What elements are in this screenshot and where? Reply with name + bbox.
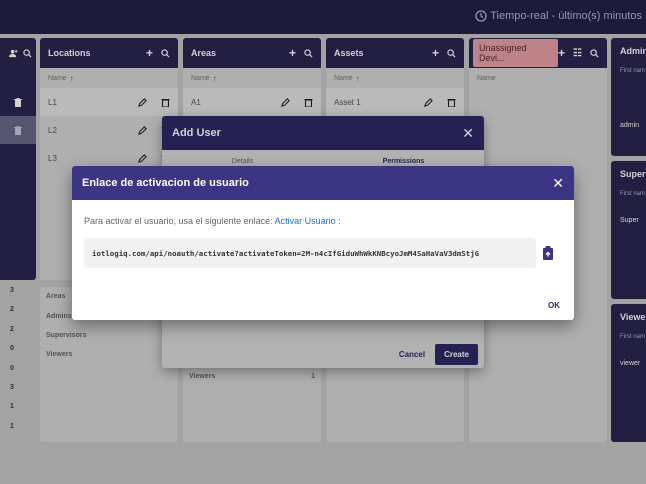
dialog-header: Enlace de activacion de usuario ✕ <box>72 166 574 200</box>
ok-button[interactable]: OK <box>548 301 560 310</box>
instruction-label: Para activar el usuario, usa el siguient… <box>84 216 273 226</box>
activate-user-link[interactable]: Activar Usuario <box>275 216 336 226</box>
dialog-title: Enlace de activacion de usuario <box>82 177 249 189</box>
activation-link-dialog: Enlace de activacion de usuario ✕ Para a… <box>72 166 574 320</box>
copy-to-clipboard-icon[interactable] <box>542 246 554 260</box>
activation-url[interactable]: iotlogiq.com/api/noauth/activate?activat… <box>84 238 536 268</box>
instruction-text: Para activar el usuario, usa el siguient… <box>84 216 341 226</box>
close-icon[interactable]: ✕ <box>552 175 564 192</box>
instruction-suffix: : <box>338 216 341 226</box>
